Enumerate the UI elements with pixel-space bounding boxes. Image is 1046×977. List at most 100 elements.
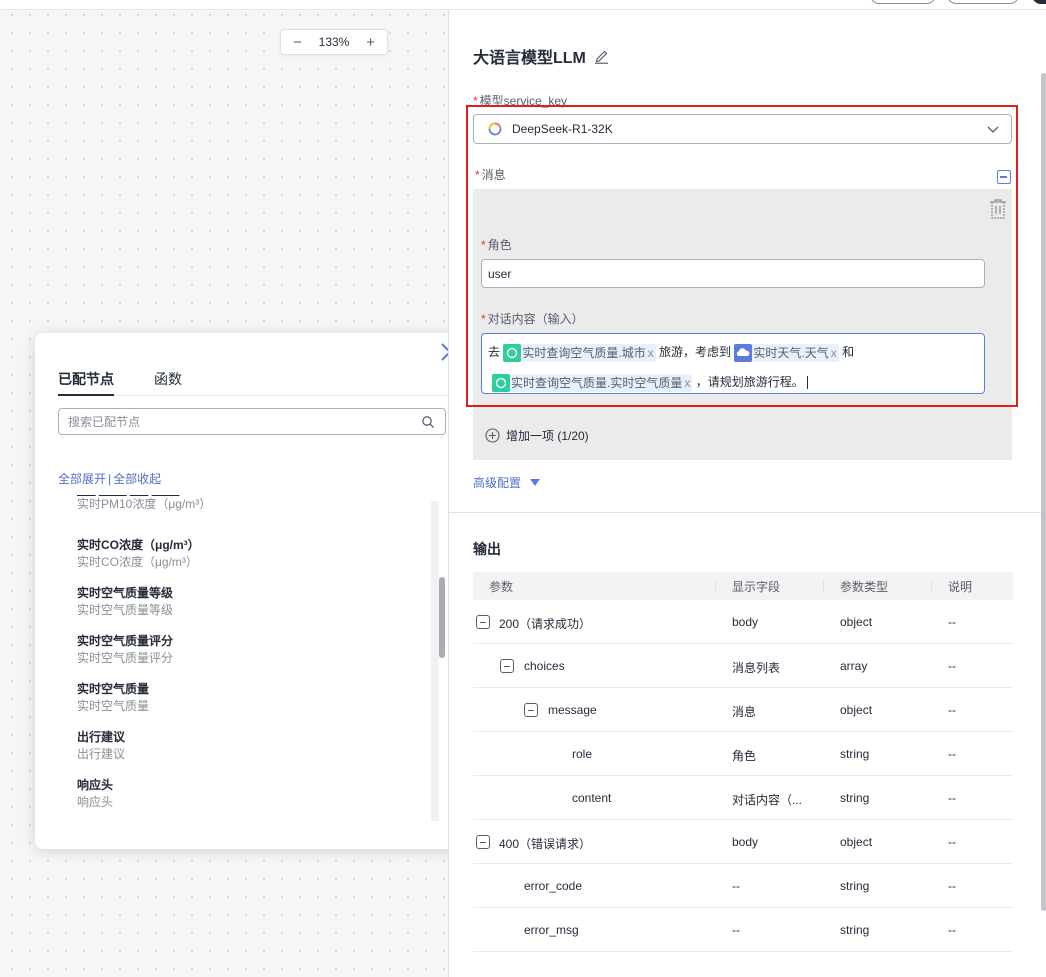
- zoom-control: − 133% +: [280, 29, 388, 55]
- cell-display: body: [732, 835, 759, 849]
- list-item[interactable]: 出行建议 出行建议: [77, 729, 417, 763]
- search-input[interactable]: [59, 409, 399, 434]
- advanced-config-toggle[interactable]: 高级配置: [473, 474, 541, 491]
- output-title: 输出: [473, 541, 501, 557]
- cell-desc: --: [948, 923, 956, 937]
- list-item-subtitle: 实时PM10浓度（μg/m³）: [77, 497, 212, 511]
- header-display: 显示字段: [732, 579, 781, 594]
- table-row: message 消息 object --: [473, 688, 1013, 732]
- table-row: role 角色 string --: [473, 732, 1013, 776]
- cell-param: choices: [524, 659, 565, 673]
- cell-desc: --: [948, 615, 956, 629]
- search-icon[interactable]: [421, 415, 435, 429]
- list-item-subtitle: 出行建议: [77, 747, 126, 761]
- cell-display: 角色: [732, 749, 757, 763]
- table-row: error_msg -- string --: [473, 908, 1013, 952]
- cell-type: object: [840, 615, 873, 629]
- panel-scrollbar[interactable]: [1041, 73, 1046, 911]
- toolbar-button[interactable]: [870, 0, 936, 4]
- list-item-title: 实时空气质量: [77, 682, 150, 696]
- zoom-out-button[interactable]: −: [293, 35, 302, 50]
- toolbar-button[interactable]: [947, 0, 1019, 4]
- zoom-level: 133%: [318, 35, 350, 49]
- toolbar-button[interactable]: [1032, 0, 1046, 4]
- minus-square-icon[interactable]: [524, 703, 538, 717]
- panel-title: 大语言模型LLM: [473, 44, 609, 68]
- top-toolbar: [0, 0, 1046, 10]
- cell-type: string: [840, 791, 870, 805]
- panel-title-text: 大语言模型LLM: [473, 50, 586, 67]
- table-row: 200（请求成功） body object --: [473, 600, 1013, 644]
- cell-param: error_msg: [524, 923, 579, 937]
- add-circle-icon: [485, 428, 500, 443]
- cell-param: message: [548, 703, 597, 717]
- cell-display: --: [732, 879, 740, 893]
- zoom-in-button[interactable]: +: [366, 35, 375, 50]
- list-item-subtitle: 实时空气质量等级: [77, 603, 174, 617]
- table-row: 400（错误请求） body object --: [473, 820, 1013, 864]
- link-separator: |: [108, 472, 112, 486]
- list-item-subtitle: 实时CO浓度（μg/m³）: [77, 555, 198, 569]
- cell-display: --: [732, 923, 740, 937]
- list-item-title: 实时空气质量等级: [77, 586, 174, 600]
- cell-type: string: [840, 923, 870, 937]
- variable-picker-popup: 已配节点 函数 全部展开|全部收起 ▂▂ ▂▂▂ ▂▂ ▂▂▂ 实时PM10浓度…: [35, 333, 469, 849]
- column-divider: [823, 579, 824, 593]
- cell-param: content: [572, 791, 612, 805]
- cell-desc: --: [948, 747, 956, 761]
- list-item-title: 实时CO浓度（μg/m³）: [77, 538, 200, 552]
- list-item-subtitle: 实时空气质量: [77, 699, 150, 713]
- cell-type: object: [840, 703, 873, 717]
- picker-tabs: 已配节点 函数: [58, 369, 447, 396]
- list-item-title: 实时空气质量评分: [77, 634, 174, 648]
- list-item[interactable]: 响应头 响应头: [77, 777, 417, 811]
- cell-desc: --: [948, 791, 956, 805]
- highlight-box: [466, 105, 1018, 407]
- table-row: choices 消息列表 array --: [473, 644, 1013, 688]
- list-item[interactable]: 实时空气质量等级 实时空气质量等级: [77, 585, 417, 619]
- cell-param: 400（错误请求）: [499, 837, 592, 851]
- cell-desc: --: [948, 879, 956, 893]
- list-item-title: 出行建议: [77, 730, 126, 744]
- add-item-button[interactable]: 增加一项 (1/20): [485, 427, 589, 444]
- header-param: 参数: [489, 579, 514, 594]
- cell-display: 对话内容（...: [732, 793, 803, 807]
- header-type: 参数类型: [840, 579, 889, 594]
- list-item-subtitle: 实时空气质量评分: [77, 651, 174, 665]
- list-item[interactable]: 实时CO浓度（μg/m³） 实时CO浓度（μg/m³）: [77, 537, 417, 571]
- cell-display: 消息列表: [732, 661, 781, 675]
- cell-display: 消息: [732, 705, 757, 719]
- cell-desc: --: [948, 703, 956, 717]
- header-desc: 说明: [948, 579, 973, 594]
- table-row: error_code -- string --: [473, 864, 1013, 908]
- minus-square-icon[interactable]: [500, 659, 514, 673]
- list-item[interactable]: 实时空气质量 实时空气质量: [77, 681, 417, 715]
- caret-down-icon: [530, 479, 541, 486]
- table-header: 参数 显示字段 参数类型 说明: [473, 572, 1013, 600]
- list-item-subtitle: 响应头: [77, 795, 114, 809]
- minus-square-icon[interactable]: [476, 835, 490, 849]
- cell-display: body: [732, 615, 759, 629]
- scrollbar-track[interactable]: [431, 501, 439, 821]
- cell-param: 200（请求成功）: [499, 617, 592, 631]
- minus-square-icon[interactable]: [476, 615, 490, 629]
- output-table: 参数 显示字段 参数类型 说明 200（请求成功） body object --…: [473, 572, 1013, 952]
- add-item-label: 增加一项 (1/20): [506, 429, 589, 443]
- list-item[interactable]: ▂▂ ▂▂▂ ▂▂ ▂▂▂ 实时PM10浓度（μg/m³）: [77, 495, 417, 513]
- picker-search-box: [58, 408, 446, 435]
- node-list: ▂▂ ▂▂▂ ▂▂ ▂▂▂ 实时PM10浓度（μg/m³） 实时CO浓度（μg/…: [58, 495, 441, 821]
- tab-configured-nodes[interactable]: 已配节点: [58, 369, 114, 396]
- cell-type: object: [840, 835, 873, 849]
- advanced-config-label: 高级配置: [473, 476, 522, 490]
- list-item-title: 响应头: [77, 778, 114, 792]
- expand-all-link[interactable]: 全部展开: [58, 472, 106, 486]
- tab-functions[interactable]: 函数: [154, 369, 182, 396]
- list-item[interactable]: 实时空气质量评分 实时空气质量评分: [77, 633, 417, 667]
- column-divider: [931, 579, 932, 593]
- cell-param: error_code: [524, 879, 583, 893]
- cell-type: string: [840, 747, 870, 761]
- cell-type: string: [840, 879, 870, 893]
- edit-icon[interactable]: [594, 48, 609, 64]
- collapse-all-link[interactable]: 全部收起: [113, 472, 161, 486]
- scrollbar-thumb[interactable]: [439, 577, 445, 658]
